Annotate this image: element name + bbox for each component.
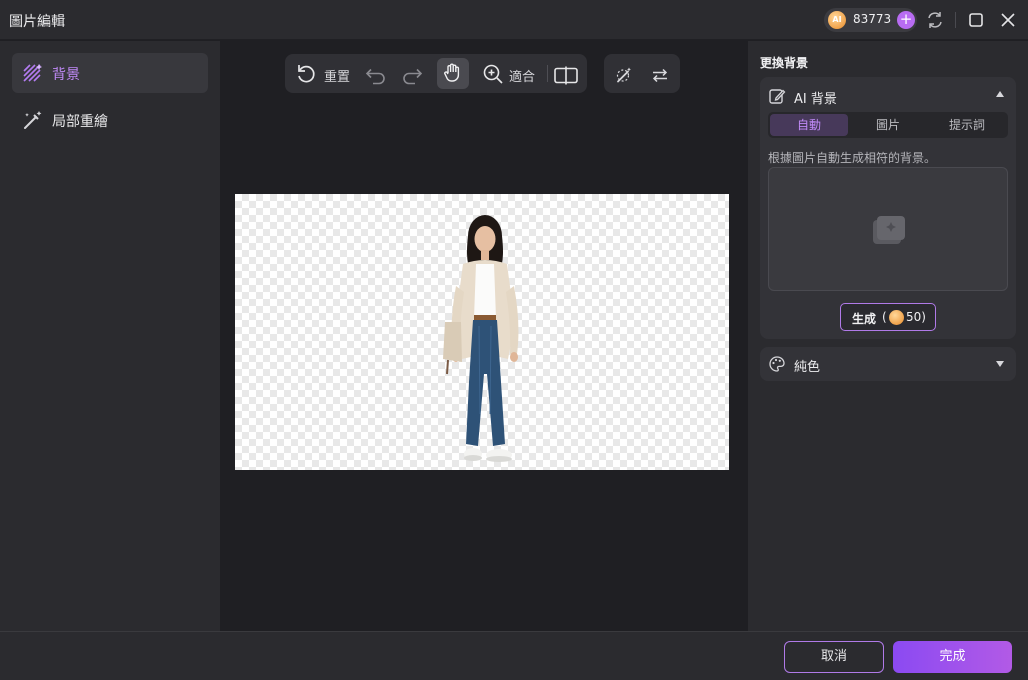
sidebar-item-background[interactable]: 背景 [12, 53, 208, 93]
expand-icon[interactable] [996, 361, 1004, 367]
canvas-area: 重置 適合 [220, 41, 747, 631]
window-title: 圖片編輯 [9, 14, 65, 30]
zoom-in-icon [483, 64, 503, 84]
mode-tabs: 自動 圖片 提示詞 [768, 112, 1008, 138]
sidebar-item-inpaint[interactable]: 局部重繪 [12, 100, 208, 140]
ai-coin-icon: AI [828, 11, 846, 29]
edit-toolbar: 重置 適合 [285, 54, 587, 93]
hint-text: 根據圖片自動生成相符的背景。 [768, 151, 937, 165]
redo-icon[interactable] [401, 63, 423, 88]
reset-label: 重置 [324, 70, 351, 85]
generate-button[interactable]: 生成 ( 50) [840, 303, 936, 331]
pan-tool-button[interactable] [437, 58, 469, 89]
coin-icon [889, 310, 904, 325]
title-bar: 圖片編輯 AI 83773 + [0, 0, 1028, 40]
reset-button[interactable]: 重置 [295, 61, 355, 86]
palette-icon [769, 356, 785, 372]
compare-icon[interactable] [553, 63, 579, 88]
fit-button[interactable]: 適合 [482, 61, 542, 86]
generate-paren: ( [882, 310, 887, 324]
swap-icon[interactable] [650, 63, 670, 88]
panel-title: 更換背景 [760, 56, 809, 70]
image-canvas[interactable] [235, 194, 729, 470]
subject-photo [443, 215, 519, 462]
undo-icon[interactable] [365, 63, 387, 88]
solid-color-section[interactable]: 純色 [760, 347, 1016, 381]
ai-background-section: AI 背景 自動 圖片 提示詞 根據圖片自動生成相符的背景。 生成 ( 50) [760, 77, 1016, 339]
titlebar-divider [955, 12, 956, 28]
view-toolbar [604, 54, 680, 93]
right-panel: 更換背景 AI 背景 自動 圖片 提示詞 根據圖片自動生成相符的背景。 生成 (… [748, 41, 1028, 631]
sidebar-item-label: 局部重繪 [52, 114, 108, 130]
ai-image-placeholder-icon [873, 216, 905, 244]
reset-icon [298, 65, 315, 83]
tab-image[interactable]: 圖片 [849, 114, 927, 136]
edit-icon [769, 89, 786, 104]
maximize-icon[interactable] [966, 10, 986, 30]
close-icon[interactable] [998, 10, 1018, 30]
magic-wand-icon [24, 111, 42, 129]
section-label: 純色 [794, 360, 821, 375]
tab-prompt[interactable]: 提示詞 [928, 114, 1006, 136]
preview-placeholder [768, 167, 1008, 291]
credits-badge[interactable]: AI 83773 + [824, 8, 917, 32]
done-button[interactable]: 完成 [893, 641, 1012, 673]
refresh-icon[interactable] [925, 10, 945, 30]
generate-label: 生成 [852, 312, 877, 326]
generate-cost: 50) [906, 310, 926, 324]
toolbar-divider [547, 65, 548, 82]
background-pattern-icon [23, 64, 42, 82]
add-credits-button[interactable]: + [897, 11, 915, 29]
hand-icon [444, 63, 460, 82]
footer: 取消 完成 [0, 631, 1028, 680]
cancel-button[interactable]: 取消 [784, 641, 884, 673]
sidebar: 背景 局部重繪 [0, 41, 220, 631]
fit-label: 適合 [509, 70, 536, 85]
collapse-icon[interactable] [996, 91, 1004, 97]
section-label: AI 背景 [794, 92, 837, 107]
sidebar-item-label: 背景 [52, 67, 80, 83]
tab-auto[interactable]: 自動 [770, 114, 848, 136]
credit-count: 83773 [853, 12, 892, 26]
magic-brush-icon[interactable] [614, 63, 634, 88]
